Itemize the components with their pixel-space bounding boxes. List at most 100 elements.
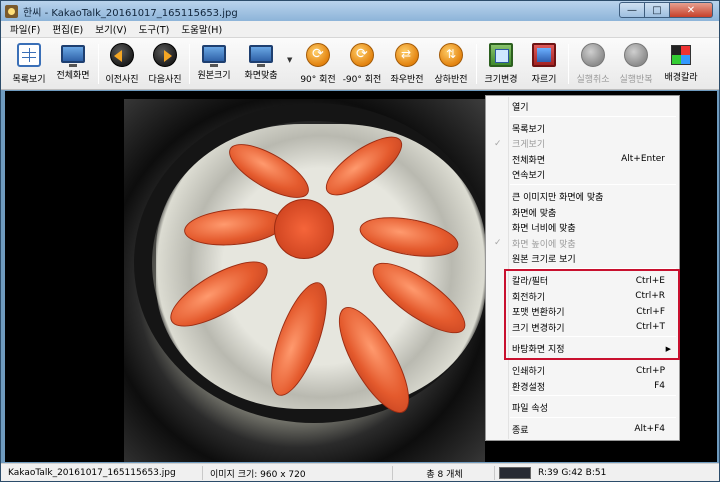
crop-icon: [532, 43, 556, 67]
toolbar: 목록보기 전체화면 이전사진 다음사진 원본크기 화면맞춤 ▼ 90° 회전: [1, 38, 719, 90]
toolbar-separator: [476, 44, 477, 84]
context-menu-shortcut: F4: [654, 381, 665, 392]
context-menu-separator: [510, 115, 676, 117]
rotate-right-icon: [306, 43, 330, 67]
context-menu-item-label: 연속보기: [512, 171, 546, 182]
flip-vertical-label: 상하반전: [434, 75, 468, 85]
check-icon: ✓: [494, 238, 502, 249]
app-icon[interactable]: [5, 4, 18, 18]
undo-button[interactable]: 실행취소: [572, 41, 614, 89]
context-menu-item-label: 크게보기: [512, 140, 546, 151]
undo-icon: [581, 43, 605, 67]
original-size-label: 원본크기: [197, 71, 231, 81]
crop-button[interactable]: 자르기: [523, 41, 565, 89]
window-title: 한씨 - KakaoTalk_20161017_165115653.jpg: [23, 7, 238, 19]
menu-edit[interactable]: 편집(E): [46, 22, 89, 36]
monitor-icon: [202, 45, 226, 67]
redo-button[interactable]: 실행반복: [615, 41, 657, 89]
context-menu-item[interactable]: 인쇄하기 Ctrl+P: [486, 362, 679, 379]
minimize-button[interactable]: —: [619, 2, 645, 18]
status-filename: KakaoTalk_20161017_165115653.jpg: [3, 466, 203, 480]
original-size-button[interactable]: 원본크기: [193, 41, 235, 89]
menu-bar: 파일(F) 편집(E) 보기(V) 도구(T) 도움말(H): [1, 21, 719, 38]
context-menu-separator: [510, 416, 676, 418]
context-menu-item[interactable]: 종료 Alt+F4: [486, 421, 679, 438]
status-image-size: 이미지 크기: 960 x 720: [205, 466, 393, 480]
next-photo-button[interactable]: 다음사진: [144, 41, 186, 89]
context-menu-item[interactable]: 화면에 맞춤: [486, 204, 679, 221]
context-menu-item[interactable]: ✓ 화면 높이에 맞춤: [486, 235, 679, 252]
background-color-button[interactable]: 배경칼라: [659, 41, 703, 89]
arrow-right-icon: [153, 43, 177, 67]
title-bar[interactable]: 한씨 - KakaoTalk_20161017_165115653.jpg — …: [1, 1, 719, 21]
redo-label: 실행반복: [619, 75, 653, 85]
context-menu-item[interactable]: 큰 이미지만 화면에 맞춤: [486, 188, 679, 205]
context-menu-item-label: 원본 크기로 보기: [512, 255, 576, 266]
context-menu-item-label: 환경설정: [512, 382, 546, 393]
list-view-button[interactable]: 목록보기: [7, 41, 51, 89]
monitor-icon: [249, 45, 273, 67]
toolbar-separator: [568, 44, 569, 84]
status-pixel-color: R:39 G:42 B:51: [538, 468, 607, 478]
context-menu-item-label: 화면 너비에 맞춤: [512, 224, 576, 235]
list-view-label: 목록보기: [12, 75, 46, 85]
context-menu-item-label: 전체화면: [512, 155, 546, 166]
status-bar: KakaoTalk_20161017_165115653.jpg 이미지 크기:…: [1, 463, 719, 481]
flip-vertical-button[interactable]: 상하반전: [430, 41, 472, 89]
context-menu-shortcut: Alt+Enter: [621, 154, 665, 165]
resize-icon: [489, 43, 513, 67]
flip-horizontal-label: 좌우반전: [390, 75, 424, 85]
palette-icon: [671, 45, 691, 65]
maximize-button[interactable]: □: [645, 2, 670, 18]
context-menu-item[interactable]: 목록보기: [486, 120, 679, 137]
flip-vertical-icon: [439, 43, 463, 67]
context-menu-item[interactable]: 전체화면 Alt+Enter: [486, 151, 679, 168]
crop-label: 자르기: [531, 75, 557, 85]
context-menu-item-label: 종료: [512, 425, 529, 436]
previous-photo-label: 이전사진: [105, 75, 139, 85]
highlight-box: [504, 269, 680, 360]
menu-view[interactable]: 보기(V): [89, 22, 132, 36]
rotate-90-button[interactable]: 90° 회전: [297, 41, 339, 89]
fit-screen-button[interactable]: 화면맞춤: [239, 41, 283, 89]
menu-help[interactable]: 도움말(H): [175, 22, 228, 36]
fit-screen-label: 화면맞춤: [244, 71, 278, 81]
context-menu-item[interactable]: 환경설정 F4: [486, 378, 679, 395]
previous-photo-button[interactable]: 이전사진: [101, 41, 143, 89]
context-menu-shortcut: Alt+F4: [634, 424, 665, 435]
foil-layer: [156, 124, 485, 409]
context-menu-item-label: 큰 이미지만 화면에 맞춤: [512, 193, 604, 203]
rotate-minus-90-button[interactable]: -90° 회전: [339, 41, 385, 89]
resize-button[interactable]: 크기변경: [480, 41, 522, 89]
context-menu-item-label: 화면 높이에 맞춤: [512, 239, 576, 250]
context-menu-item[interactable]: 파일 속성: [486, 399, 679, 416]
fit-screen-dropdown-arrow[interactable]: ▼: [287, 56, 292, 64]
context-menu-item-label: 열기: [512, 103, 529, 113]
context-menu-shortcut: Ctrl+P: [636, 365, 665, 376]
context-menu-item-label: 목록보기: [512, 124, 546, 135]
context-menu: 열기목록보기 ✓ 크게보기전체화면 Alt+Enter 연속보기큰 이미지만 화면에 맞…: [485, 95, 680, 441]
flip-horizontal-icon: [395, 43, 419, 67]
redo-icon: [624, 43, 648, 67]
window-controls: — □ ✕: [619, 2, 713, 18]
flip-horizontal-button[interactable]: 좌우반전: [386, 41, 428, 89]
image-viewer-window: 한씨 - KakaoTalk_20161017_165115653.jpg — …: [0, 0, 720, 482]
context-menu-item[interactable]: 열기: [486, 98, 679, 115]
next-photo-label: 다음사진: [148, 75, 182, 85]
menu-tools[interactable]: 도구(T): [133, 22, 176, 36]
context-menu-item[interactable]: 화면 너비에 맞춤: [486, 219, 679, 236]
close-button[interactable]: ✕: [670, 2, 713, 18]
status-item-count: 총 8 개체: [395, 466, 495, 480]
check-icon: ✓: [494, 138, 502, 149]
undo-label: 실행취소: [576, 75, 610, 85]
grid-icon: [17, 43, 41, 67]
menu-file[interactable]: 파일(F): [1, 22, 46, 36]
context-menu-item-label: 파일 속성: [512, 404, 548, 415]
rotate-left-icon: [350, 43, 374, 67]
context-menu-item[interactable]: 연속보기: [486, 166, 679, 183]
pixel-color-swatch: [499, 467, 531, 479]
context-menu-item[interactable]: 원본 크기로 보기: [486, 250, 679, 267]
fullscreen-button[interactable]: 전체화면: [51, 41, 95, 89]
context-menu-item[interactable]: ✓ 크게보기: [486, 135, 679, 152]
fullscreen-label: 전체화면: [56, 71, 90, 81]
